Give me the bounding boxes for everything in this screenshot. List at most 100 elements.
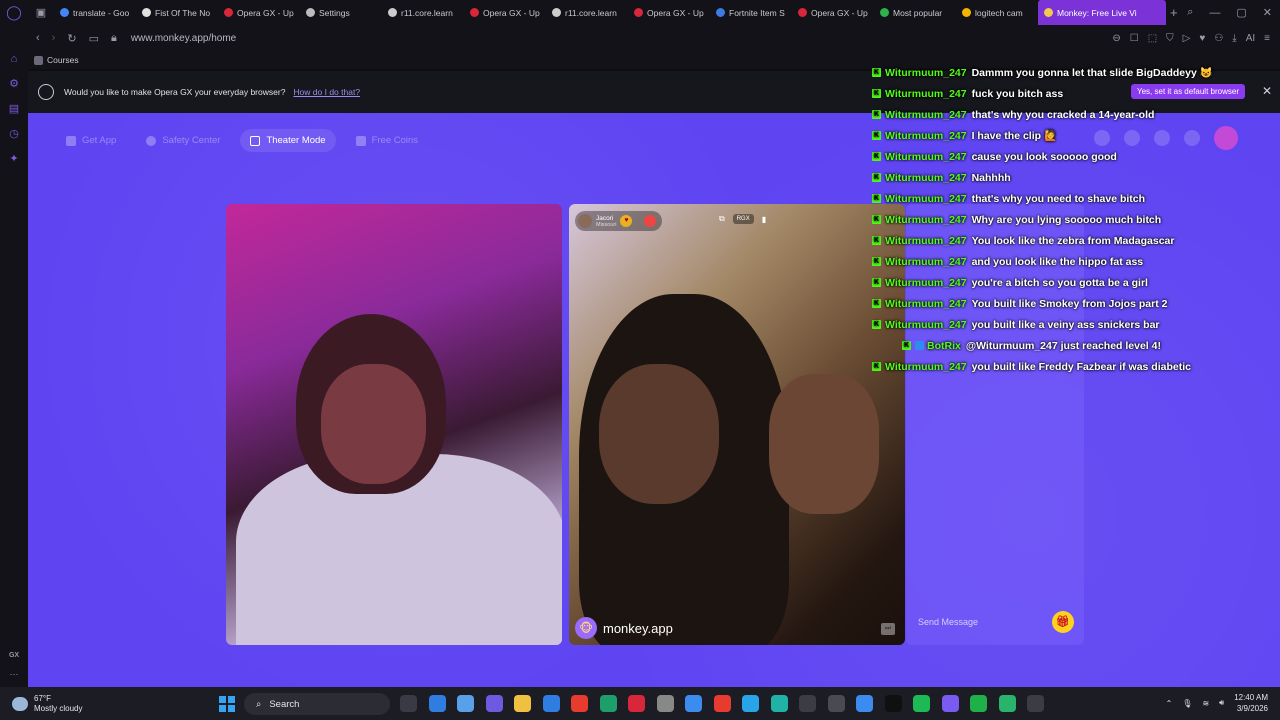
chat-username[interactable]: Witurmuum_247 (885, 235, 967, 247)
like-heart-icon[interactable]: ♥ (620, 215, 633, 227)
back-button[interactable]: ‹ (36, 32, 40, 45)
report-button[interactable]: RGX (732, 214, 754, 224)
weather-widget[interactable]: 67°F Mostly cloudy (0, 694, 82, 714)
reload-button[interactable]: ↻ (67, 32, 76, 45)
browser-tab[interactable]: translate - Goo (54, 0, 136, 25)
minimize-button[interactable]: — (1209, 7, 1220, 19)
taskbar-app-icon[interactable] (428, 695, 446, 712)
chat-username[interactable]: Witurmuum_247 (885, 172, 967, 184)
shield-icon[interactable]: ⛉ (1166, 33, 1174, 44)
chat-username[interactable]: Witurmuum_247 (885, 67, 967, 79)
chat-username[interactable]: Witurmuum_247 (885, 256, 967, 268)
chat-username[interactable]: Witurmuum_247 (885, 151, 967, 163)
nav-safety-center[interactable]: Safety Center (136, 129, 230, 152)
new-tab-button[interactable]: + (1170, 5, 1178, 20)
browser-tab[interactable]: Fortnite Item S (710, 0, 792, 25)
browser-tab[interactable]: Opera GX - Up (792, 0, 874, 25)
remote-user-chip[interactable]: Jacori Missouri ♥ (575, 211, 663, 231)
tab-search-icon[interactable]: ⌕ (1187, 6, 1193, 19)
taskbar-search[interactable]: ⌕ Search (244, 693, 390, 715)
close-window-button[interactable]: ✕ (1263, 6, 1272, 19)
taskbar-app-icon[interactable] (599, 695, 617, 712)
taskbar-app-icon[interactable] (1027, 695, 1044, 712)
windows-start-icon[interactable] (219, 696, 235, 712)
taskbar-app-icon[interactable] (856, 695, 873, 712)
sidebar-twitch-icon[interactable]: ▤ (9, 102, 19, 115)
taskbar-app-icon[interactable] (514, 695, 531, 712)
browser-tab[interactable]: Opera GX - Up (464, 0, 546, 25)
taskbar-app-icon[interactable] (941, 695, 959, 712)
taskbar-app-icon[interactable] (998, 695, 1016, 712)
taskbar-app-icon[interactable] (685, 695, 702, 712)
taskbar-app-icon[interactable] (656, 695, 674, 712)
browser-tab[interactable]: logitech cam (956, 0, 1038, 25)
chat-username[interactable]: Witurmuum_247 (885, 214, 967, 226)
taskbar-app-icon[interactable] (571, 695, 588, 712)
chat-username[interactable]: Witurmuum_247 (885, 130, 967, 142)
browser-tab[interactable]: Settings (300, 0, 382, 25)
chat-username[interactable]: Witurmuum_247 (885, 298, 967, 310)
gift-icon[interactable] (644, 215, 657, 227)
send-message-input[interactable]: Send Message 🎁︎ (912, 609, 1080, 635)
browser-tab[interactable]: r11.core.learn (382, 0, 464, 25)
nav-free-coins[interactable]: Free Coins (346, 129, 428, 152)
browser-tab[interactable]: Monkey: Free Live Vi (1038, 0, 1166, 25)
sidebar-settings-icon[interactable]: ✦ (9, 152, 18, 165)
tray-mic-icon[interactable]: 🎙︎ (1182, 699, 1192, 708)
taskbar-app-icon[interactable] (827, 695, 845, 712)
forward-button[interactable]: › (52, 32, 56, 45)
zoom-icon[interactable]: ⊖ (1112, 33, 1120, 44)
taskbar-app-icon[interactable] (799, 695, 816, 712)
browser-tab[interactable]: r11.core.learn (546, 0, 628, 25)
taskbar-app-icon[interactable] (542, 695, 560, 712)
tray-chevron-icon[interactable]: ⌃ (1166, 699, 1173, 708)
browser-tab[interactable]: Most popular (874, 0, 956, 25)
maximize-button[interactable]: ▢ (1236, 6, 1246, 19)
taskbar-app-icon[interactable] (457, 695, 474, 712)
tray-wifi-icon[interactable]: ≋ (1202, 699, 1209, 708)
pip-icon[interactable]: ⧉ (719, 214, 725, 224)
chat-username[interactable]: BotRix (927, 340, 961, 352)
taskbar-app-icon[interactable] (713, 695, 731, 712)
heart-icon[interactable]: ♥ (1199, 33, 1205, 44)
taskbar-app-icon[interactable] (884, 695, 902, 712)
gift-send-button[interactable]: 🎁︎ (1052, 611, 1074, 633)
sidebar-gx-corner-icon[interactable]: ⌂ (11, 53, 18, 65)
skip-icon[interactable]: ⏭ (881, 623, 895, 635)
browser-tab[interactable]: Opera GX - Up (628, 0, 710, 25)
chat-username[interactable]: Witurmuum_247 (885, 109, 967, 121)
download-icon[interactable]: ⤓ (1232, 33, 1236, 44)
snapshot-icon[interactable]: ⬚ (1148, 33, 1157, 44)
taskbar-app-icon[interactable] (770, 695, 788, 712)
chat-username[interactable]: Witurmuum_247 (885, 277, 967, 289)
taskbar-app-icon[interactable] (485, 695, 503, 712)
opera-gx-logo-icon[interactable]: ◯ (0, 0, 28, 25)
infobar-help-link[interactable]: How do I do that? (293, 87, 360, 97)
tray-volume-icon[interactable]: 🔊︎ (1219, 698, 1224, 708)
sidebar-more-icon[interactable]: ··· (10, 669, 19, 679)
taskbar-app-icon[interactable] (742, 695, 759, 712)
workspaces-icon[interactable]: ▣ (28, 6, 54, 19)
browser-tab[interactable]: Fist Of The No (136, 0, 218, 25)
taskbar-app-icon[interactable] (628, 695, 645, 712)
chat-username[interactable]: Witurmuum_247 (885, 361, 967, 373)
cam-icon[interactable]: ▮ (762, 215, 766, 224)
taskbar-app-icon[interactable] (970, 695, 987, 712)
browser-tab[interactable]: Opera GX - Up (218, 0, 300, 25)
nav-get-app[interactable]: Get App (56, 129, 126, 152)
chat-username[interactable]: Witurmuum_247 (885, 193, 967, 205)
play-icon[interactable]: ▷ (1183, 33, 1191, 44)
account-icon[interactable]: ⚇ (1214, 33, 1223, 44)
chat-username[interactable]: Witurmuum_247 (885, 319, 967, 331)
chat-username[interactable]: Witurmuum_247 (885, 88, 967, 100)
url-field[interactable]: www.monkey.app/home (131, 33, 236, 44)
sidebar-history-icon[interactable]: ◷ (9, 127, 19, 140)
bookmark-courses[interactable]: Courses (47, 55, 79, 65)
camera-icon[interactable]: ▭ (89, 32, 99, 45)
taskbar-app-icon[interactable] (400, 695, 417, 712)
ai-button[interactable]: AI (1246, 33, 1255, 44)
bookmark-icon[interactable]: ☐ (1130, 33, 1139, 44)
sidebar-control-icon[interactable]: ⚙ (9, 77, 19, 90)
menu-icon[interactable]: ≡ (1264, 33, 1270, 44)
nav-theater-mode[interactable]: Theater Mode (240, 129, 336, 152)
